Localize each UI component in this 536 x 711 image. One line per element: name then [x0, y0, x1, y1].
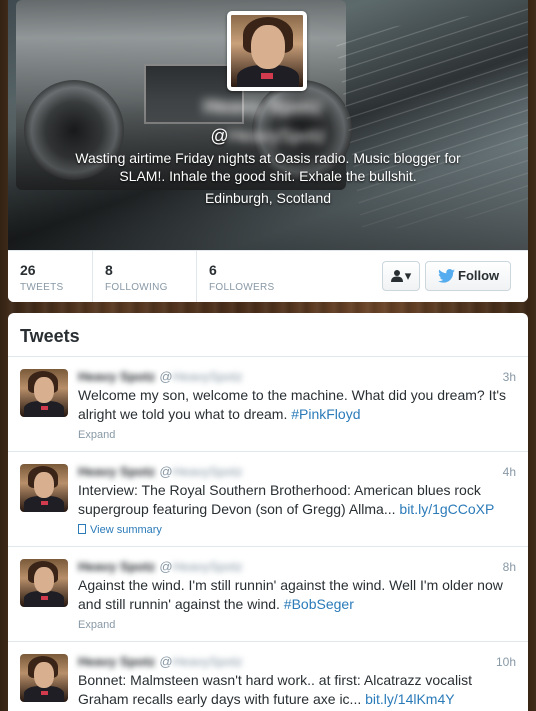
hashtag-link[interactable]: #PinkFloyd — [291, 406, 360, 422]
expand-link[interactable]: Expand — [78, 619, 115, 631]
url-link[interactable]: bit.ly/14lKm4Y — [365, 691, 454, 707]
tweet-fullname: Heavy Spotz — [78, 559, 156, 574]
url-link[interactable]: bit.ly/1gCCoXP — [399, 501, 494, 517]
profile-bio: Wasting airtime Friday nights at Oasis r… — [75, 150, 461, 184]
tweet-text: Bonnet: Malmsteen wasn't hard work.. at … — [78, 672, 473, 707]
tweet-handle: @HeavySpotz — [159, 464, 243, 479]
profile-card: Heavy Spotz @HeavySpotz Wasting airtime … — [8, 0, 528, 302]
tweet-fullname: Heavy Spotz — [78, 464, 156, 479]
tweet-text: Interview: The Royal Southern Brotherhoo… — [78, 482, 495, 517]
tweet-handle: @HeavySpotz — [159, 654, 243, 669]
stat-followers[interactable]: 6 FOLLOWERS — [197, 251, 301, 302]
profile-display-name: Heavy Spotz — [203, 96, 323, 118]
profile-location: Edinburgh, Scotland — [204, 190, 332, 206]
tweet-item[interactable]: Heavy Spotz @HeavySpotz 10h Bonnet: Malms… — [8, 642, 528, 711]
tweets-heading: Tweets — [8, 313, 528, 357]
tweet-timestamp[interactable]: 10h — [496, 655, 516, 669]
tweet-fullname: Heavy Spotz — [78, 369, 156, 384]
document-icon — [78, 524, 86, 534]
view-summary-link[interactable]: View summary — [78, 524, 162, 536]
twitter-bird-icon — [438, 269, 455, 283]
tweet-item[interactable]: Heavy Spotz @HeavySpotz 4h Interview: The… — [8, 452, 528, 547]
tweet-text: Welcome my son, welcome to the machine. … — [78, 387, 507, 422]
hashtag-link[interactable]: #BobSeger — [284, 596, 354, 612]
tweet-author[interactable]: Heavy Spotz @HeavySpotz — [78, 654, 278, 672]
profile-screen-name: @HeavySpotz — [210, 126, 326, 146]
tweet-author[interactable]: Heavy Spotz @HeavySpotz — [78, 464, 278, 482]
tweet-item[interactable]: Heavy Spotz @HeavySpotz 8h Against the wi… — [8, 547, 528, 642]
user-icon — [390, 270, 403, 282]
user-actions-dropdown[interactable]: ▾ — [382, 261, 420, 291]
tweet-timestamp[interactable]: 3h — [503, 370, 516, 384]
tweet-author[interactable]: Heavy Spotz @HeavySpotz — [78, 369, 278, 387]
tweets-card: Tweets Heavy Spotz @HeavySpotz 3h Welcome… — [8, 313, 528, 711]
tweet-fullname: Heavy Spotz — [78, 654, 156, 669]
tweet-avatar[interactable] — [20, 464, 68, 512]
tweet-avatar[interactable] — [20, 654, 68, 702]
follow-button[interactable]: Follow — [425, 261, 511, 291]
tweet-text: Against the wind. I'm still runnin' agai… — [78, 577, 503, 612]
stat-tweets[interactable]: 26 TWEETS — [8, 251, 93, 302]
tweet-item[interactable]: Heavy Spotz @HeavySpotz 3h Welcome my son… — [8, 357, 528, 452]
profile-avatar[interactable] — [227, 11, 307, 91]
tweet-handle: @HeavySpotz — [159, 369, 243, 384]
tweet-handle: @HeavySpotz — [159, 559, 243, 574]
tweet-avatar[interactable] — [20, 369, 68, 417]
expand-link[interactable]: Expand — [78, 429, 115, 441]
stat-following[interactable]: 8 FOLLOWING — [93, 251, 197, 302]
tweet-timestamp[interactable]: 8h — [503, 560, 516, 574]
tweet-author[interactable]: Heavy Spotz @HeavySpotz — [78, 559, 278, 577]
chevron-down-icon: ▾ — [404, 268, 412, 283]
tweet-avatar[interactable] — [20, 559, 68, 607]
tweet-timestamp[interactable]: 4h — [503, 465, 516, 479]
